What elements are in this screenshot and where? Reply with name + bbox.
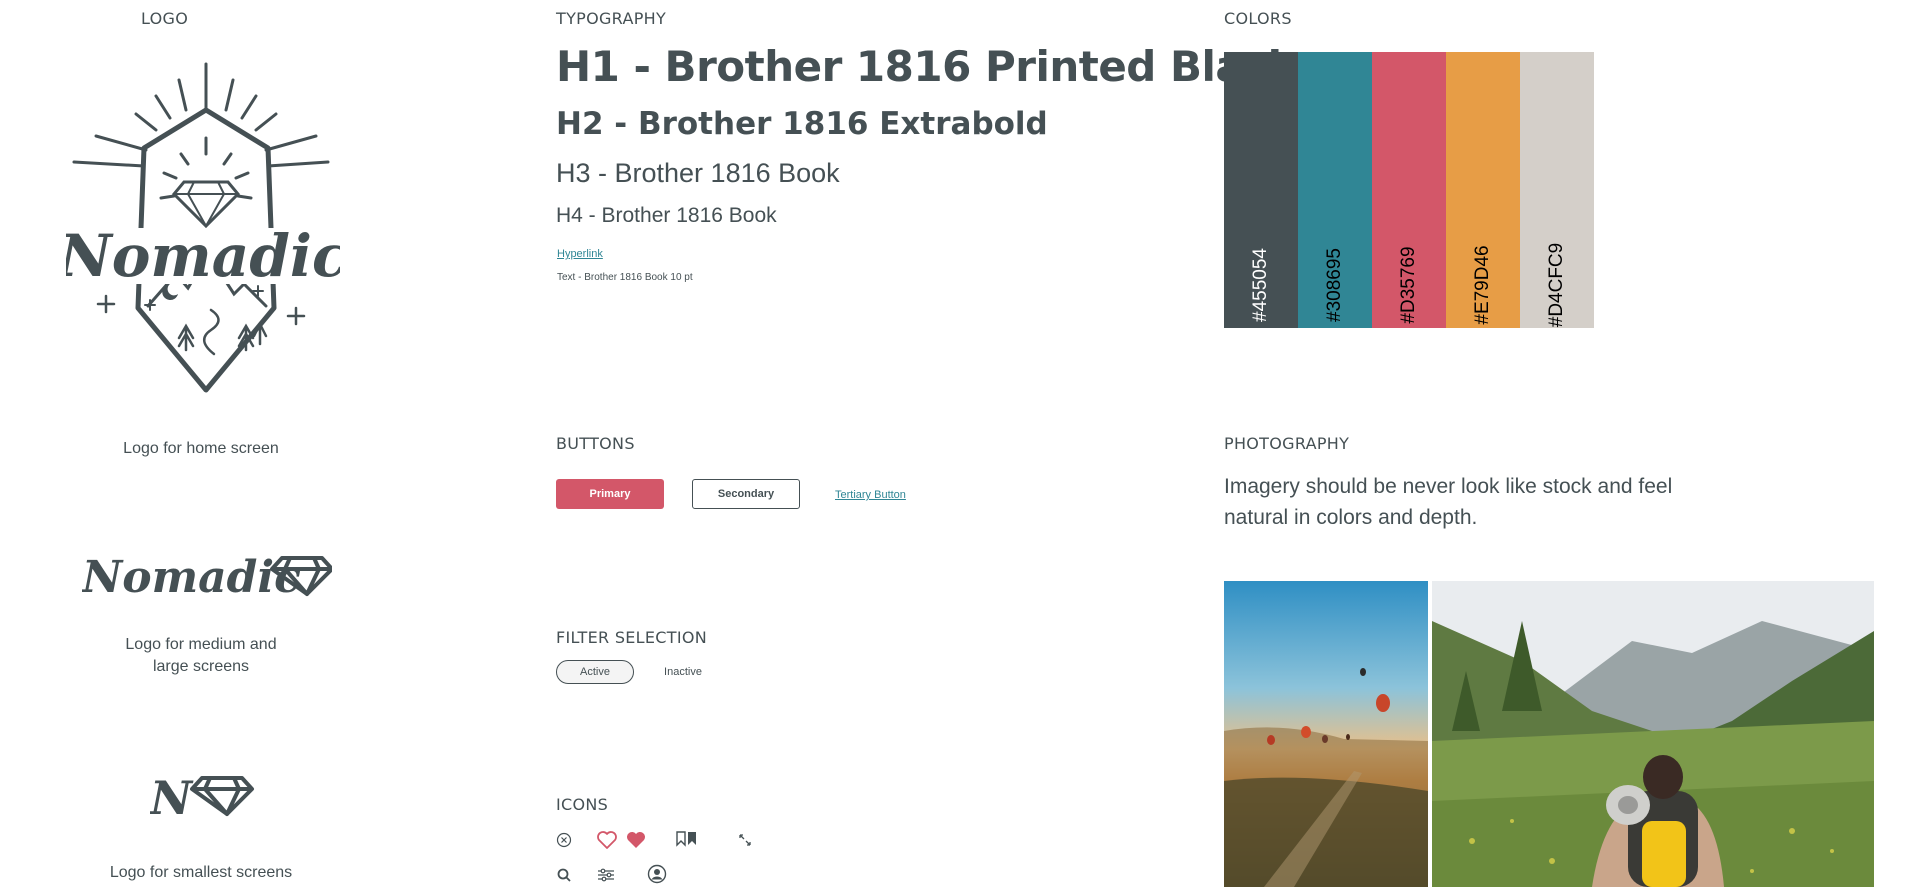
caption-medium-logo-line1: Logo for medium and: [125, 636, 277, 653]
search-icon[interactable]: [556, 867, 572, 883]
color-swatch-hex: #D35769: [1398, 246, 1419, 324]
badge-logo: Nomadic: [57, 58, 347, 400]
color-swatch-hex: #455054: [1250, 248, 1271, 322]
heading-h1-sample: H1 - Brother 1816 Printed Black: [556, 42, 1296, 91]
secondary-button[interactable]: Secondary: [692, 479, 800, 509]
expand-icon[interactable]: [737, 832, 753, 848]
colors-section-label: COLORS: [1224, 9, 1292, 28]
badge-wordmark: Nomadic: [66, 222, 340, 290]
tertiary-button[interactable]: Tertiary Button: [835, 489, 906, 501]
filter-selection-section-label: FILTER SELECTION: [556, 628, 708, 647]
heart-filled-icon[interactable]: [625, 831, 647, 850]
caption-medium-logo-line2: large screens: [152, 658, 250, 675]
logo-section-label: LOGO: [141, 9, 189, 28]
buttons-section-label: BUTTONS: [556, 434, 635, 453]
color-swatch: #308695: [1298, 52, 1372, 328]
color-swatch: #D35769: [1372, 52, 1446, 328]
filter-sliders-icon[interactable]: [597, 867, 615, 883]
color-swatch: #455054: [1224, 52, 1298, 328]
caption-home-logo: Logo for home screen: [123, 440, 279, 457]
icons-section-label: ICONS: [556, 795, 609, 814]
filter-active-chip[interactable]: Active: [556, 660, 634, 684]
close-circle-icon[interactable]: [556, 832, 572, 848]
typography-section-label: TYPOGRAPHY: [556, 9, 667, 28]
photography-description: Imagery should be never look like stock …: [1224, 475, 1673, 529]
color-swatch-hex: #E79D46: [1472, 245, 1493, 325]
monogram-logo: N: [148, 770, 260, 825]
hiker-in-valley-photo: [1432, 581, 1874, 887]
color-swatch: #D4CFC9: [1520, 52, 1594, 328]
hot-air-balloons-photo: [1224, 581, 1428, 887]
bookmark-icon[interactable]: [675, 831, 699, 847]
user-circle-icon[interactable]: [647, 864, 667, 884]
heading-h2-sample: H2 - Brother 1816 Extrabold: [556, 106, 1048, 142]
primary-button[interactable]: Primary: [556, 479, 664, 509]
body-text-sample: Text - Brother 1816 Book 10 pt: [557, 272, 693, 283]
color-swatch-hex: #D4CFC9: [1546, 242, 1567, 328]
color-swatches: #455054 #308695 #D35769 #E79D46 #D4CFC9: [1224, 52, 1594, 328]
heading-h3-sample: H3 - Brother 1816 Book: [556, 158, 840, 188]
photography-section-label: PHOTOGRAPHY: [1224, 434, 1350, 453]
wordmark-logo: Nomadic: [80, 544, 334, 604]
color-swatch: #E79D46: [1446, 52, 1520, 328]
heading-h4-sample: H4 - Brother 1816 Book: [556, 204, 777, 227]
monogram-text: N: [150, 771, 194, 820]
caption-small-logo: Logo for smallest screens: [109, 864, 293, 881]
hyperlink-sample[interactable]: Hyperlink: [557, 248, 603, 260]
wordmark-text: Nomadic: [82, 552, 301, 603]
filter-inactive-chip[interactable]: Inactive: [660, 660, 706, 684]
heart-outline-icon[interactable]: [596, 831, 618, 850]
color-swatch-hex: #308695: [1324, 248, 1345, 322]
